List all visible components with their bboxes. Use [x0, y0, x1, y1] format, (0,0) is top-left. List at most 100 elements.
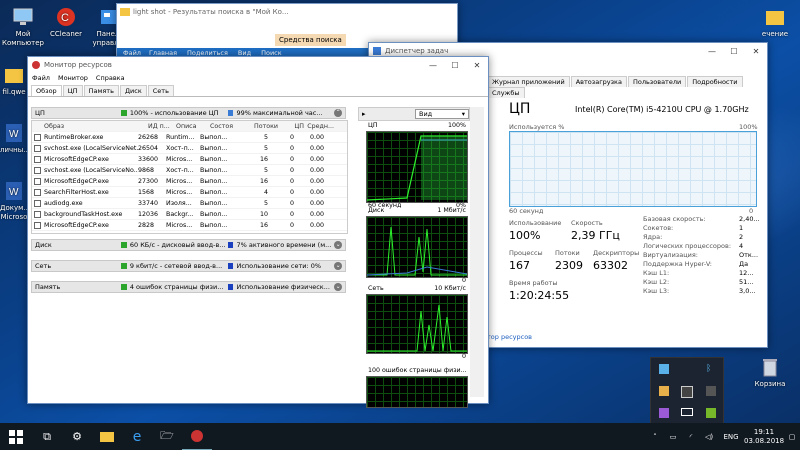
tab-startup[interactable]: Автозагрузка [570, 76, 627, 87]
minimize-button[interactable]: — [701, 44, 723, 58]
uptime-label: Время работы [509, 279, 558, 287]
spec-label: Кэш L3: [643, 287, 670, 295]
table-cell: RuntimeBroker.exe [44, 133, 104, 141]
memory-section-header[interactable]: Память 4 ошибок страницы физи... Использ… [31, 281, 346, 293]
resource-monitor-window[interactable]: Монитор ресурсов — ☐ ✕ Файл Монитор Спра… [27, 56, 489, 408]
tab-network[interactable]: Сеть [147, 85, 174, 96]
battery-icon[interactable] [681, 408, 693, 416]
edge-taskbar-icon[interactable]: e [122, 423, 152, 450]
edge-icon: e [132, 428, 142, 445]
file-explorer-taskbar-icon[interactable] [92, 423, 122, 450]
menu-file[interactable]: Файл [32, 74, 50, 82]
row-checkbox[interactable] [34, 155, 41, 163]
table-row[interactable]: MicrosoftEdgeCP.exe 33600 Micros... Выпол..… [32, 154, 347, 165]
store-taskbar-icon[interactable]: 🗁 [152, 423, 182, 450]
row-checkbox[interactable] [34, 199, 41, 207]
row-checkbox[interactable] [34, 188, 41, 196]
tray-app-icon[interactable] [681, 386, 693, 398]
cpu-section-header[interactable]: ЦП 100% - использование ЦП 99% максималь… [31, 107, 346, 119]
desktop-icon-recycle-bin[interactable]: Корзина [748, 356, 792, 389]
network-section-header[interactable]: Сеть 9 кбит/с - сетевой ввод-в... Исполь… [31, 260, 346, 272]
chevron-up-icon[interactable]: ˄ [646, 433, 664, 441]
expand-pane-icon[interactable]: ▸ [362, 110, 366, 118]
language-indicator[interactable]: ENG [718, 433, 744, 441]
expand-icon[interactable]: ⌄ [334, 241, 342, 249]
column-header[interactable]: ЦП [278, 123, 304, 130]
tab-overview[interactable]: Обзор [31, 85, 62, 96]
column-header[interactable]: Описа [176, 123, 210, 130]
table-cell: 0.00 [309, 210, 324, 218]
clock[interactable]: 19:11 03.08.2018 [744, 428, 784, 446]
notifications-icon[interactable]: ▢ [784, 433, 800, 441]
start-button[interactable] [0, 423, 32, 450]
table-row[interactable]: svchost.exe (LocalServiceNet... 26504 Хост… [32, 143, 347, 154]
tab-app-history[interactable]: Журнал приложений [487, 76, 570, 87]
usage-value: 100% [509, 229, 541, 242]
column-header[interactable]: Средн... [304, 123, 334, 130]
tab-details[interactable]: Подробности [687, 76, 743, 87]
row-checkbox[interactable] [34, 221, 41, 229]
table-cell: 0 [289, 155, 294, 163]
column-header[interactable]: ИД п... [148, 123, 176, 130]
table-row[interactable]: SearchFilterHost.exe 1568 Micros... Выпол..… [32, 187, 347, 198]
battery-icon[interactable]: ▭ [664, 433, 682, 441]
tray-app-icon[interactable] [659, 408, 669, 418]
expand-icon[interactable]: ⌄ [334, 262, 342, 270]
collapse-icon[interactable]: ⌃ [334, 109, 342, 117]
maximize-button[interactable]: ☐ [444, 58, 466, 72]
table-cell: 4 [263, 188, 268, 196]
table-row[interactable]: MicrosoftEdgeCP.exe 27300 Micros... Выпол..… [32, 176, 347, 187]
row-checkbox[interactable] [34, 166, 41, 174]
tab-services[interactable]: Службы [487, 87, 525, 98]
table-cell: MicrosoftEdgeCP.exe [44, 177, 109, 185]
tab-memory[interactable]: Память [83, 85, 119, 96]
tab-cpu[interactable]: ЦП [62, 85, 83, 96]
table-row[interactable]: MicrosoftEdgeCP.exe 2828 Micros... Выпол...… [32, 220, 347, 231]
column-header[interactable]: Потоки [248, 123, 278, 130]
speed-label: Скорость [571, 219, 603, 227]
tray-app-icon[interactable] [659, 386, 669, 396]
tab-users[interactable]: Пользователи [627, 76, 687, 87]
tab-disk[interactable]: Диск [119, 85, 147, 96]
desktop-icon-my-computer[interactable]: Мой Компьютер [1, 6, 45, 48]
close-button[interactable]: ✕ [745, 44, 767, 58]
disk-section-header[interactable]: Диск 60 КБ/с - дисковый ввод-в... 7% акт… [31, 239, 346, 251]
tray-app-icon[interactable] [706, 386, 716, 396]
row-checkbox[interactable] [34, 210, 41, 218]
spec-value: Отк... [739, 251, 759, 259]
row-checkbox[interactable] [34, 133, 41, 141]
task-view-button[interactable]: ⧉ [32, 423, 62, 450]
table-row[interactable]: audiodg.exe 33740 Изоля... Выпол... 5 0 0.00 [32, 198, 347, 209]
table-cell: svchost.exe (LocalServiceNo... [44, 166, 138, 174]
settings-taskbar-icon[interactable]: ⚙ [62, 423, 92, 450]
tab-search-tools[interactable]: Средства поиска [275, 34, 346, 46]
open-resource-monitor-link[interactable]: тор ресурсов [487, 333, 532, 341]
desktop-icon-folder[interactable]: ечение [752, 6, 798, 39]
graph-scrollbar[interactable] [470, 107, 484, 397]
desktop-icon-personal[interactable]: W личны... [0, 122, 30, 155]
minimize-button[interactable]: — [422, 58, 444, 72]
table-row[interactable]: svchost.exe (LocalServiceNo... 9868 Хост-п… [32, 165, 347, 176]
maximize-button[interactable]: ☐ [723, 44, 745, 58]
close-button[interactable]: ✕ [466, 58, 488, 72]
row-checkbox[interactable] [34, 177, 41, 185]
desktop-icon-file[interactable]: fil.qwe [0, 64, 28, 97]
menu-monitor[interactable]: Монитор [58, 74, 88, 82]
menu-help[interactable]: Справка [96, 74, 125, 82]
table-row[interactable]: backgroundTaskHost.exe 12036 Backgr... Выпо… [32, 209, 347, 220]
desktop-icon-document[interactable]: W Докум... Microso [0, 180, 30, 222]
bluetooth-icon[interactable]: ᛒ [706, 364, 714, 374]
tray-app-icon[interactable] [659, 364, 669, 374]
view-dropdown[interactable]: Вид ▾ [415, 109, 469, 119]
column-header[interactable]: Образ [32, 123, 148, 130]
table-row[interactable]: RuntimeBroker.exe 26268 Runtim... Выпол... 5… [32, 132, 347, 143]
wifi-icon[interactable]: ◜ [682, 433, 700, 441]
volume-icon[interactable]: ◁) [700, 433, 718, 441]
column-header[interactable]: Состоя [210, 123, 248, 130]
resource-monitor-taskbar-icon[interactable] [182, 422, 212, 450]
row-checkbox[interactable] [34, 144, 41, 152]
nvidia-icon[interactable] [706, 408, 716, 418]
desktop-icon-ccleaner[interactable]: C CCleaner [44, 6, 88, 39]
graph-header: ЦП 100% [368, 122, 466, 129]
expand-icon[interactable]: ⌄ [334, 283, 342, 291]
